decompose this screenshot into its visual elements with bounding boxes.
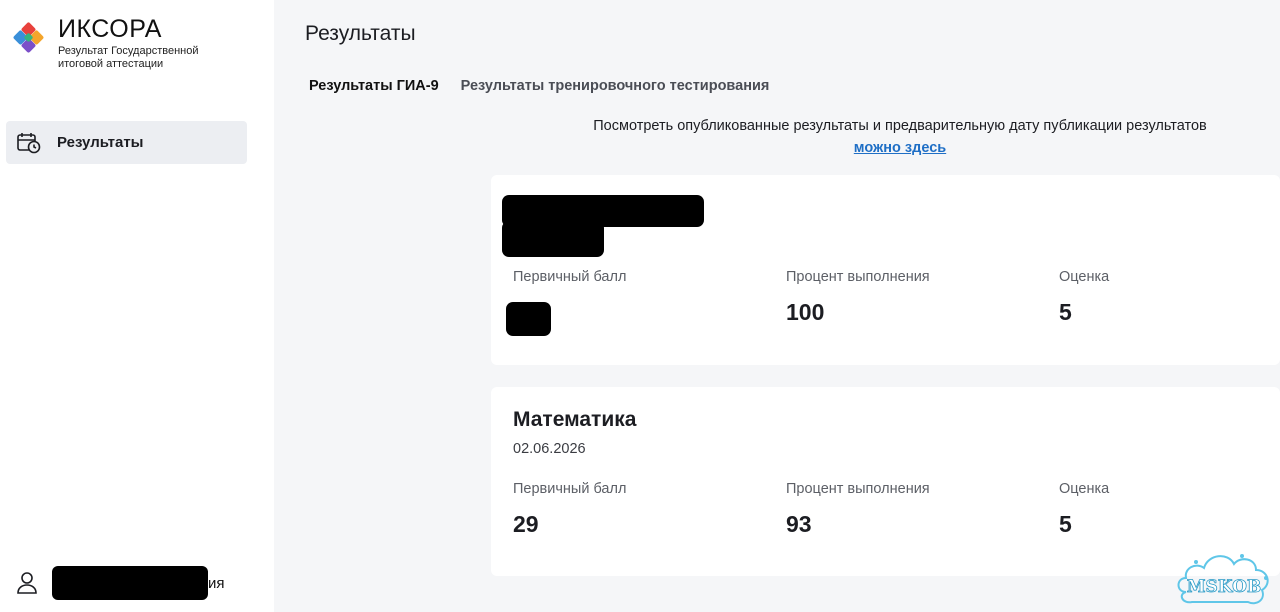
completion-percent-value: 93: [786, 511, 812, 537]
result-card: Первичный балл Процент выполнения 100 Оц…: [491, 175, 1280, 365]
result-card: Математика 02.06.2026 Первичный балл 29 …: [491, 387, 1280, 576]
completion-percent-label: Процент выполнения: [786, 269, 930, 285]
completion-percent-value: 100: [786, 299, 825, 325]
user-profile[interactable]: ия: [16, 566, 225, 600]
publication-notice: Посмотреть опубликованные результаты и п…: [540, 115, 1260, 159]
sidebar: ИКСОРА Результат Государственной итогово…: [0, 0, 274, 612]
calendar-clock-icon: [17, 132, 41, 153]
exam-date: 02.06.2026: [513, 441, 586, 457]
notice-link[interactable]: можно здесь: [854, 140, 946, 156]
grade: Оценка 5: [1059, 481, 1109, 538]
app-subtitle-line2: итоговой аттестации: [58, 58, 164, 70]
sidebar-item-label: Результаты: [57, 134, 144, 151]
primary-score-value: 29: [513, 511, 539, 537]
completion-percent-label: Процент выполнения: [786, 481, 930, 497]
watermark-logo: MSKOB: [1177, 554, 1269, 605]
grade-label: Оценка: [1059, 269, 1110, 285]
grade: Оценка 5: [1059, 269, 1109, 326]
tab-training-results[interactable]: Результаты тренировочного тестирования: [461, 78, 770, 94]
primary-score-label: Первичный балл: [513, 481, 627, 497]
primary-score: Первичный балл 29: [513, 481, 626, 538]
app-subtitle-line1: Результат Государственной: [58, 45, 199, 57]
redacted-date: [502, 221, 604, 257]
notice-text: Посмотреть опубликованные результаты и п…: [593, 118, 1207, 134]
completion-percent: Процент выполнения 100: [786, 269, 930, 326]
grade-value: 5: [1059, 299, 1072, 325]
app-logo[interactable]: ИКСОРА Результат Государственной итогово…: [12, 15, 199, 71]
completion-percent: Процент выполнения 93: [786, 481, 930, 538]
user-name-tail: ия: [208, 574, 225, 592]
subject-title: Математика: [513, 408, 637, 431]
redacted-primary-score: [506, 302, 551, 336]
watermark-text: MSKOB: [1187, 577, 1262, 597]
primary-score: Первичный балл: [513, 269, 626, 299]
grade-value: 5: [1059, 511, 1072, 537]
page-title: Результаты: [305, 22, 416, 45]
primary-score-label: Первичный балл: [513, 269, 627, 285]
tab-gia9-results[interactable]: Результаты ГИА-9: [309, 78, 439, 94]
grade-label: Оценка: [1059, 481, 1110, 497]
app-title: ИКСОРА: [58, 15, 162, 43]
user-icon: [17, 572, 37, 594]
sidebar-item-results[interactable]: Результаты: [6, 121, 247, 164]
tabs: Результаты ГИА-9 Результаты тренировочно…: [309, 78, 769, 94]
main-content: Результаты Результаты ГИА-9 Результаты т…: [274, 0, 1280, 612]
iksora-logo-icon: [12, 21, 45, 54]
redacted-user-name: [52, 566, 208, 600]
